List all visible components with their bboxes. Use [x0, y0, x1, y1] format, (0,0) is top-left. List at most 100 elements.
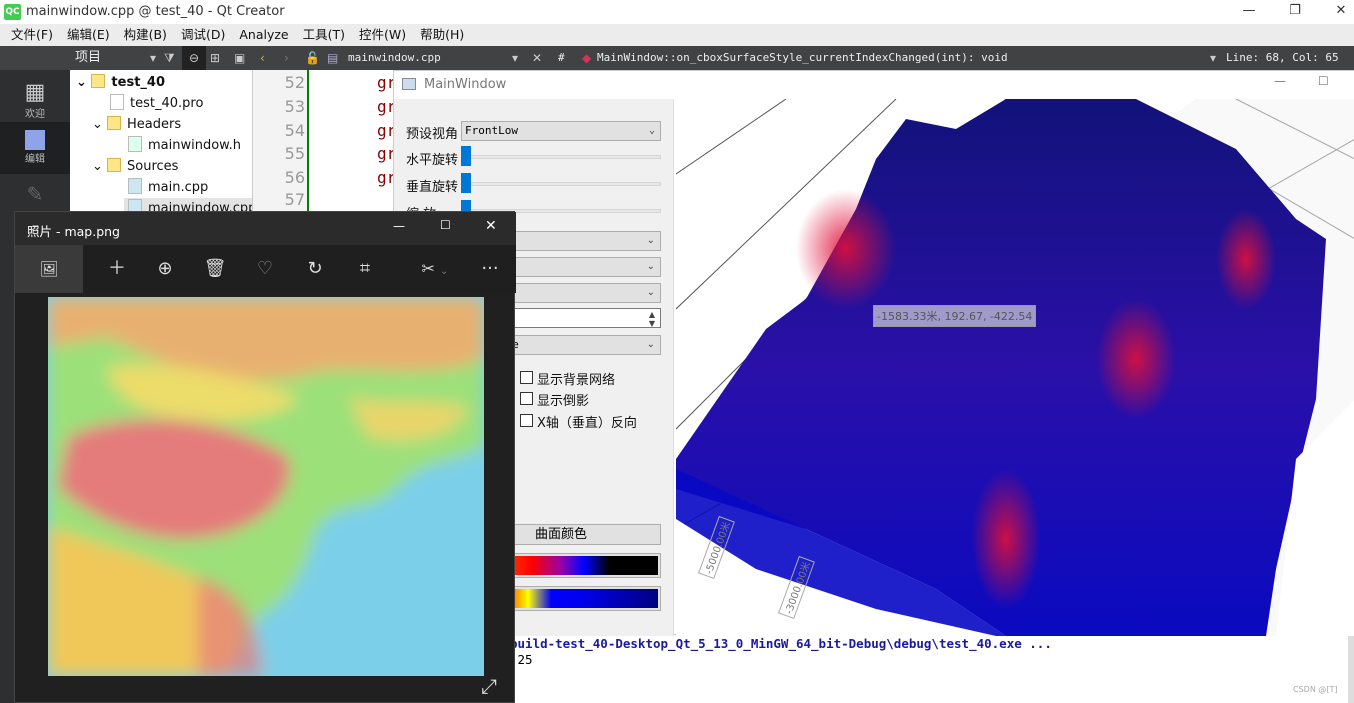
symbol-selector[interactable]: MainWindow::on_cboxSurfaceStyle_currentI… — [597, 46, 1008, 70]
menu-help[interactable]: 帮助(H) — [413, 24, 471, 46]
close-panel-icon[interactable]: ▣ — [234, 46, 245, 70]
code-editor[interactable]: gr gr gr gr gr — [309, 70, 396, 220]
tree-item-mainwindow-h[interactable]: mainwindow.h — [128, 135, 241, 156]
method-icon: ◆ — [582, 51, 592, 65]
maximize-button[interactable]: ☐ — [1318, 74, 1329, 88]
show-reflection-checkbox[interactable] — [520, 392, 533, 405]
close-button[interactable]: ✕ — [485, 218, 497, 234]
rotate-icon[interactable]: ↻ — [295, 245, 335, 293]
heart-icon[interactable]: ♡ — [245, 245, 285, 293]
chevron-down-icon: ⌄ — [646, 287, 655, 298]
checkbox-label: 显示倒影 — [537, 394, 590, 409]
image-icon[interactable]: 🖼 — [15, 245, 83, 293]
chevron-down-icon: ⌄ — [646, 339, 655, 350]
combo-value: FrontLow — [465, 124, 518, 137]
line-number: 54 — [284, 121, 305, 140]
pro-file-icon — [110, 94, 124, 110]
link-icon[interactable]: ⊖ — [182, 46, 206, 70]
menu-file[interactable]: 文件(F) — [4, 24, 60, 46]
tree-item-main-cpp[interactable]: main.cpp — [128, 177, 208, 198]
editor-toolbar: 项目 ▾ ⧩ ⊖ ⊞ ▣ ‹ › 🔓 ▤ mainwindow.cpp ▾ ✕ … — [0, 46, 1354, 70]
slider-handle[interactable] — [461, 173, 471, 193]
chevron-down-icon[interactable]: ⌄ — [76, 75, 91, 90]
chevron-down-icon[interactable]: ⌄ — [92, 159, 107, 174]
vertical-rotation-label: 垂直旋转 — [406, 180, 459, 195]
output-pane: build-test_40-Desktop_Qt_5_13_0_MinGW_64… — [500, 635, 1354, 703]
zoom-in-icon[interactable]: ⊕ — [145, 245, 185, 293]
slider-handle[interactable] — [461, 146, 471, 166]
chevron-down-icon: ⌄ — [646, 235, 655, 246]
pencil-icon: ✎ — [26, 182, 44, 206]
window-title: mainwindow.cpp @ test_40 - Qt Creator — [26, 4, 285, 19]
open-file-selector[interactable]: mainwindow.cpp — [348, 46, 441, 70]
preset-view-combo[interactable]: FrontLow ⌄ — [461, 121, 661, 141]
crop-icon[interactable]: ⌗ — [345, 245, 385, 293]
filter-icon[interactable]: ⧩ — [164, 46, 175, 70]
menu-analyze[interactable]: Analyze — [232, 24, 295, 46]
surface-3d-plot[interactable]: -5000.00米 -3000.00米 -1583.33米, 192.67, -… — [676, 99, 1354, 636]
minimize-button[interactable]: — — [1274, 74, 1286, 88]
chevron-down-icon[interactable]: ⌄ — [92, 117, 107, 132]
menu-debug[interactable]: 调试(D) — [174, 24, 232, 46]
checkbox-label: X轴（垂直）反向 — [537, 416, 637, 431]
preset-view-label: 预设视角 — [406, 127, 459, 142]
map-image — [48, 297, 484, 676]
file-dropdown-icon[interactable]: ▾ — [512, 46, 518, 70]
menu-tools[interactable]: 工具(T) — [296, 24, 352, 46]
delete-icon[interactable]: 🗑 — [195, 245, 235, 293]
symbol-dropdown-icon[interactable]: ▾ — [1210, 46, 1216, 70]
cpp-file-icon — [128, 178, 142, 194]
line-number: 56 — [284, 168, 305, 187]
menu-edit[interactable]: 编辑(E) — [60, 24, 117, 46]
vertical-rotation-slider[interactable] — [461, 182, 661, 186]
maximize-button[interactable]: ❐ — [1272, 0, 1318, 24]
scrollbar[interactable] — [1348, 635, 1354, 703]
cursor-position[interactable]: Line: 68, Col: 65 — [1226, 46, 1339, 70]
main-window-title: MainWindow — [424, 77, 507, 92]
horizontal-rotation-slider[interactable] — [461, 155, 661, 159]
flip-x-axis-checkbox[interactable] — [520, 414, 533, 427]
dropdown-icon[interactable]: ▾ — [150, 46, 156, 70]
close-button[interactable]: ✕ — [1318, 0, 1354, 24]
minimize-button[interactable]: — — [393, 219, 405, 233]
main-window: MainWindow — ☐ 预设视角 FrontLow ⌄ 水平旋转 垂直旋转 … — [393, 70, 1354, 636]
line-number: 52 — [284, 73, 305, 92]
edit-doc-icon — [25, 130, 45, 150]
watermark: CSDN @[T] — [1293, 685, 1338, 694]
edit-icon[interactable]: ✂ ⌄ — [410, 245, 460, 293]
sources-folder-icon — [107, 158, 122, 172]
maximize-button[interactable]: ☐ — [440, 218, 451, 232]
tree-item-pro[interactable]: test_40.pro — [110, 93, 203, 114]
menu-build[interactable]: 构建(B) — [117, 24, 174, 46]
headers-folder-icon — [107, 116, 122, 130]
line-number: 53 — [284, 97, 305, 116]
tree-item-headers[interactable]: ⌄ Headers — [92, 114, 181, 135]
close-file-icon[interactable]: ✕ — [532, 46, 542, 70]
checkbox-label: 显示背景网络 — [537, 373, 616, 388]
fullscreen-icon[interactable]: ⤢ — [481, 674, 497, 698]
spin-arrows-icon[interactable]: ▲ ▼ — [649, 310, 655, 328]
more-icon[interactable]: ··· — [470, 245, 510, 293]
plus-icon[interactable]: ＋ — [97, 245, 137, 293]
main-window-title-bar: MainWindow — ☐ — [394, 71, 1354, 99]
split-icon[interactable]: ⊞ — [210, 46, 220, 70]
tree-item-project[interactable]: ⌄ test_40 — [76, 72, 165, 93]
minimize-button[interactable]: — — [1226, 0, 1272, 24]
file-icon: ▤ — [327, 51, 339, 65]
forward-icon[interactable]: › — [284, 46, 289, 70]
menu-widgets[interactable]: 控件(W) — [352, 24, 413, 46]
project-selector[interactable]: 项目 — [75, 46, 101, 70]
mode-edit[interactable]: 编辑 — [0, 122, 70, 174]
photos-title-bar: 照片 - map.png — ☐ ✕ — [15, 212, 516, 245]
chevron-down-icon: ⌄ — [648, 125, 655, 136]
back-icon[interactable]: ‹ — [260, 46, 265, 70]
header-file-icon — [128, 136, 142, 152]
terrain-map — [48, 297, 484, 676]
photos-title: 照片 - map.png — [27, 224, 120, 239]
grid-icon: ▦ — [24, 80, 46, 105]
show-grid-checkbox[interactable] — [520, 371, 533, 384]
line-number: 55 — [284, 144, 305, 163]
tree-item-sources[interactable]: ⌄ Sources — [92, 156, 178, 177]
title-bar: QC mainwindow.cpp @ test_40 - Qt Creator… — [0, 0, 1354, 24]
qt-project-icon — [91, 74, 106, 88]
